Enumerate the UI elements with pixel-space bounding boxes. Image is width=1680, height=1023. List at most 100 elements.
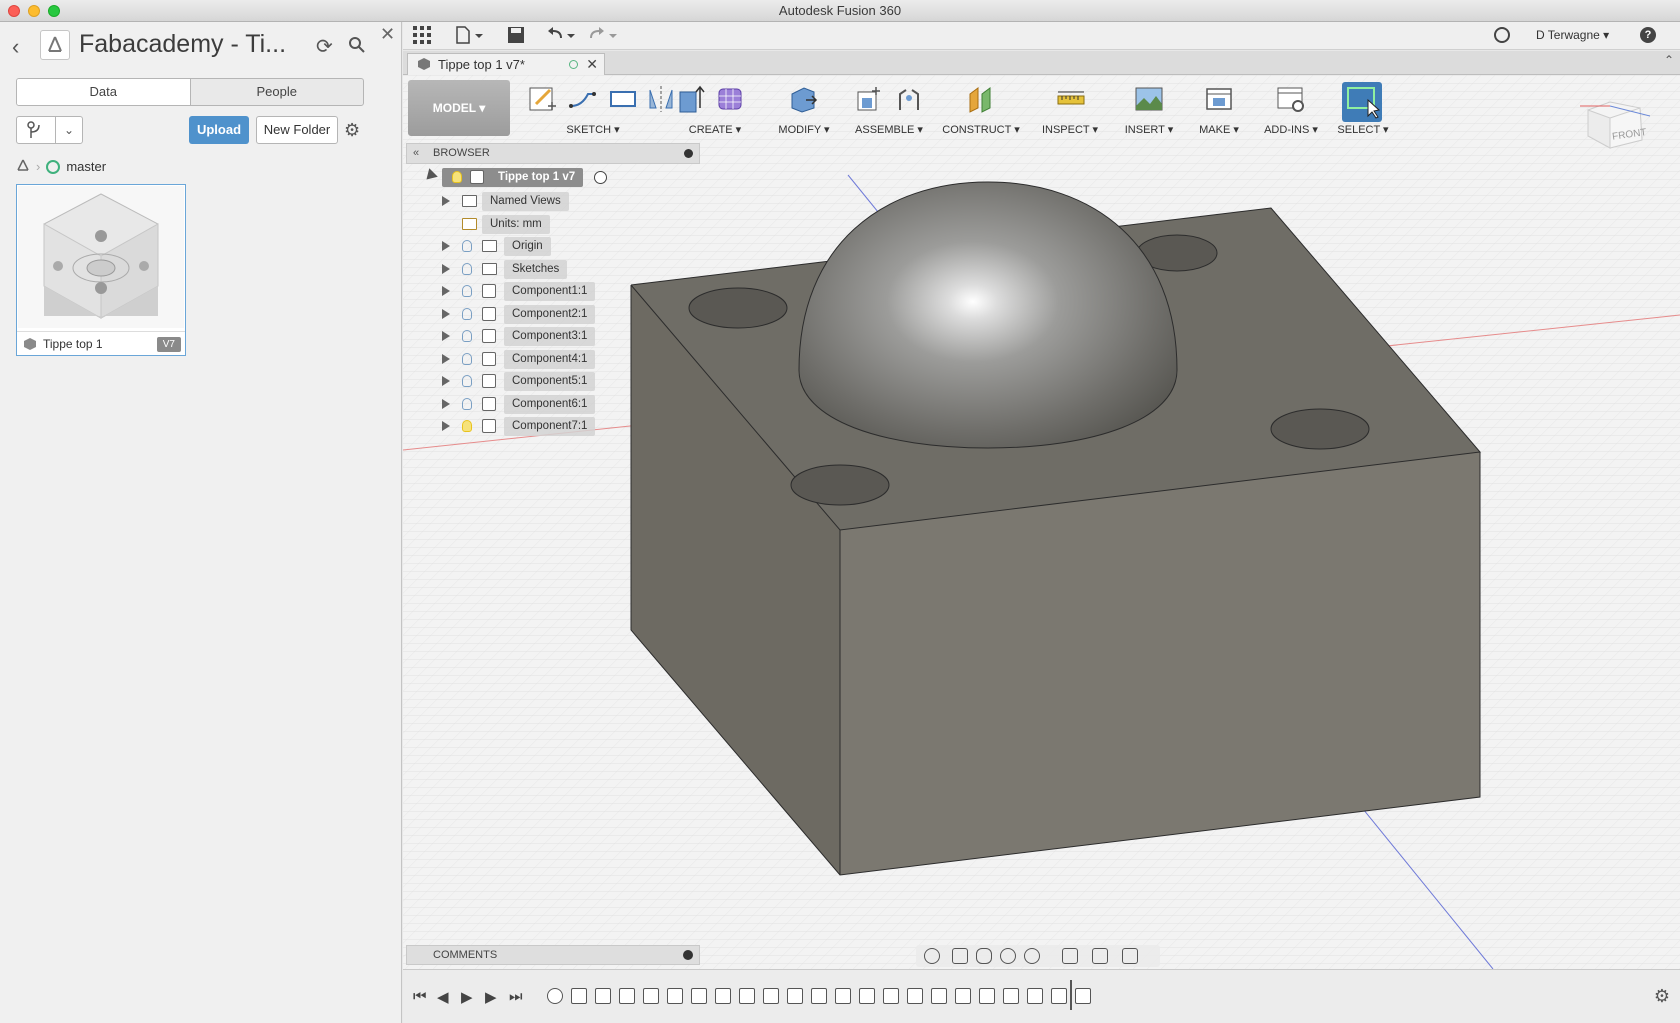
browser-item-component3[interactable]: Component3:1: [442, 326, 682, 347]
browser-item-component5[interactable]: Component5:1: [442, 371, 682, 392]
timeline-feature[interactable]: [571, 988, 587, 1004]
browser-root[interactable]: Tippe top 1 v7: [422, 167, 694, 188]
display-settings-icon[interactable]: [1062, 948, 1078, 964]
workspace-switcher[interactable]: MODEL ▾: [408, 80, 510, 136]
expand-triangle-icon[interactable]: [442, 264, 450, 274]
timeline-feature[interactable]: [1003, 988, 1019, 1004]
expand-triangle-icon[interactable]: [442, 399, 450, 409]
pan-hand-icon[interactable]: [976, 948, 992, 964]
create-menu[interactable]: CREATE ▾: [670, 123, 760, 136]
viewcube[interactable]: X Z FRONT: [1580, 100, 1650, 180]
visibility-bulb-icon[interactable]: [462, 308, 472, 320]
timeline-feature[interactable]: [1075, 988, 1091, 1004]
back-arrow-icon[interactable]: ‹: [12, 34, 19, 60]
3d-print-icon[interactable]: [1204, 84, 1234, 114]
hub-icon[interactable]: [40, 30, 70, 60]
hub-small-icon[interactable]: [16, 158, 30, 175]
timeline-feature[interactable]: [787, 988, 803, 1004]
browser-pin-icon[interactable]: [684, 149, 693, 158]
browser-item-component2[interactable]: Component2:1: [442, 304, 682, 325]
expand-triangle-icon[interactable]: [442, 241, 450, 251]
timeline-feature[interactable]: [883, 988, 899, 1004]
scripts-addins-icon[interactable]: [1276, 84, 1306, 114]
browser-item-component4[interactable]: Component4:1: [442, 349, 682, 370]
step-forward-icon[interactable]: ▶: [485, 988, 497, 1006]
minimize-window-button[interactable]: [28, 5, 40, 17]
visibility-bulb-icon[interactable]: [462, 420, 472, 432]
go-to-start-icon[interactable]: ⏮: [413, 988, 427, 1005]
measure-icon[interactable]: [1056, 84, 1086, 114]
expand-triangle-icon[interactable]: [442, 376, 450, 386]
visibility-bulb-icon[interactable]: [462, 263, 472, 275]
browser-item-sketches[interactable]: Sketches: [442, 259, 682, 280]
timeline-feature[interactable]: [715, 988, 731, 1004]
close-window-button[interactable]: [8, 5, 20, 17]
chevron-down-icon[interactable]: ⌄: [55, 116, 83, 144]
new-component-icon[interactable]: [854, 84, 884, 114]
zoom-icon[interactable]: [1000, 948, 1016, 964]
timeline-feature[interactable]: [907, 988, 923, 1004]
timeline-feature[interactable]: [667, 988, 683, 1004]
timeline-feature[interactable]: [619, 988, 635, 1004]
browser-item-named-views[interactable]: Named Views: [442, 191, 682, 212]
rectangle-icon[interactable]: [608, 84, 638, 114]
visibility-bulb-icon[interactable]: [462, 353, 472, 365]
line-icon[interactable]: [568, 84, 598, 114]
add-ins-menu[interactable]: ADD-INS ▾: [1256, 123, 1326, 136]
refresh-icon[interactable]: ⟳: [316, 34, 333, 59]
gear-icon[interactable]: ⚙: [344, 120, 360, 141]
branch-name[interactable]: master: [66, 159, 106, 174]
timeline-feature[interactable]: [691, 988, 707, 1004]
orbit-icon[interactable]: [924, 948, 940, 964]
timeline-feature[interactable]: [595, 988, 611, 1004]
press-pull-icon[interactable]: [788, 84, 818, 114]
timeline-feature[interactable]: [1027, 988, 1043, 1004]
search-icon[interactable]: [348, 36, 366, 54]
comments-panel[interactable]: COMMENTS: [406, 945, 700, 965]
timeline-feature[interactable]: [643, 988, 659, 1004]
select-menu[interactable]: SELECT ▾: [1332, 123, 1394, 136]
browser-item-component1[interactable]: Component1:1: [442, 281, 682, 302]
timeline-feature[interactable]: [763, 988, 779, 1004]
add-comment-icon[interactable]: [683, 950, 693, 960]
redo-icon[interactable]: [589, 26, 619, 46]
tab-data[interactable]: Data: [17, 79, 190, 105]
step-back-icon[interactable]: ◀: [437, 988, 449, 1006]
create-sketch-icon[interactable]: [528, 84, 558, 114]
expand-triangle-icon[interactable]: [442, 354, 450, 364]
visibility-bulb-icon[interactable]: [462, 285, 472, 297]
file-menu-icon[interactable]: [455, 26, 485, 46]
timeline-feature[interactable]: [1051, 988, 1067, 1004]
collapse-triangle-icon[interactable]: [422, 168, 438, 184]
file-card[interactable]: Tippe top 1 V7: [16, 184, 186, 356]
job-status-clock-icon[interactable]: [1494, 27, 1510, 43]
visibility-bulb-icon[interactable]: [462, 240, 472, 252]
play-icon[interactable]: ▶: [461, 988, 473, 1006]
modify-menu[interactable]: MODIFY ▾: [766, 123, 842, 136]
expand-triangle-icon[interactable]: [442, 331, 450, 341]
timeline-feature[interactable]: [835, 988, 851, 1004]
maximize-window-button[interactable]: [48, 5, 60, 17]
browser-item-component7[interactable]: Component7:1: [442, 416, 682, 437]
timeline-marker[interactable]: [1070, 980, 1072, 1010]
assemble-menu[interactable]: ASSEMBLE ▾: [848, 123, 930, 136]
tab-people[interactable]: People: [189, 79, 364, 105]
help-icon[interactable]: ?: [1640, 27, 1656, 43]
look-at-icon[interactable]: [952, 948, 968, 964]
visibility-bulb-icon[interactable]: [462, 330, 472, 342]
visibility-bulb-icon[interactable]: [452, 171, 462, 183]
timeline-gear-icon[interactable]: ⚙: [1654, 986, 1670, 1007]
expand-triangle-icon[interactable]: [442, 421, 450, 431]
browser-item-origin[interactable]: Origin: [442, 236, 682, 257]
collapse-browser-icon[interactable]: «: [413, 144, 419, 163]
offset-plane-icon[interactable]: [966, 84, 996, 114]
viewports-icon[interactable]: [1122, 948, 1138, 964]
inspect-menu[interactable]: INSPECT ▾: [1032, 123, 1108, 136]
form-icon[interactable]: [716, 84, 746, 114]
sketch-menu[interactable]: SKETCH ▾: [518, 123, 668, 136]
select-button[interactable]: [1342, 82, 1382, 122]
timeline-feature[interactable]: [811, 988, 827, 1004]
visibility-bulb-icon[interactable]: [462, 398, 472, 410]
expand-triangle-icon[interactable]: [442, 286, 450, 296]
timeline-feature[interactable]: [547, 988, 563, 1004]
